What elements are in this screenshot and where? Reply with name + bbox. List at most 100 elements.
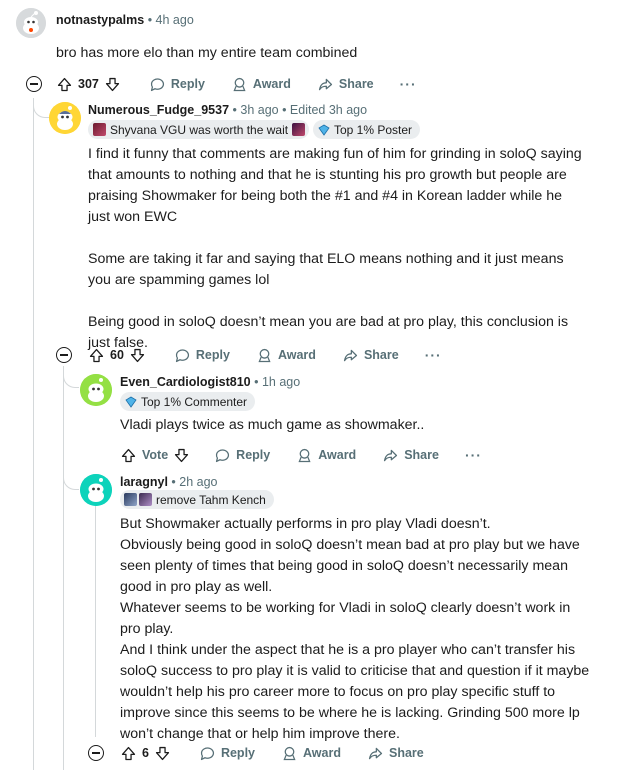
share-icon — [384, 449, 398, 461]
downvote-icon[interactable] — [129, 347, 146, 364]
award-button[interactable]: Award — [296, 447, 356, 464]
timestamp: • 1h ago — [254, 375, 301, 389]
vote-label: Vote — [142, 448, 169, 462]
more-icon: ··· — [399, 76, 417, 92]
badge-text: Top 1% Poster — [334, 122, 413, 137]
comment-paragraph: Some are taking it far and saying that E… — [88, 251, 564, 288]
more-options-button[interactable]: ··· — [425, 347, 442, 363]
collapse-icon[interactable] — [26, 76, 42, 92]
comment-meta: laragnyl • 2h ago — [120, 475, 218, 489]
collapse-icon[interactable] — [56, 347, 72, 363]
share-label: Share — [388, 746, 424, 760]
more-options-button[interactable]: ··· — [400, 76, 417, 92]
share-label: Share — [363, 348, 399, 362]
award-button[interactable]: Award — [256, 347, 316, 364]
share-button[interactable]: Share — [382, 447, 439, 464]
award-icon — [233, 77, 246, 91]
comment-paragraph: Whatever seems to be working for Vladi i… — [120, 600, 571, 637]
award-label: Award — [303, 746, 341, 760]
upvote-icon[interactable] — [120, 447, 137, 464]
award-button[interactable]: Award — [281, 745, 341, 762]
comment-paragraph: I find it funny that comments are making… — [88, 146, 582, 225]
thread-connector — [63, 388, 79, 490]
more-options-button[interactable]: ··· — [465, 447, 482, 463]
timestamp: • 4h ago — [147, 13, 194, 27]
comment-paragraph: But Showmaker actually performs in pro p… — [120, 516, 491, 532]
upvote-icon[interactable] — [56, 76, 73, 93]
vote-count: 307 — [78, 77, 99, 91]
share-button[interactable]: Share — [367, 745, 424, 762]
snoo-avatar-icon — [80, 374, 112, 406]
thread-line — [95, 505, 96, 737]
thread-connector — [33, 98, 49, 118]
vote-group: 60 — [88, 347, 146, 364]
username[interactable]: notnastypalms — [56, 13, 144, 27]
comment-paragraph: And I think under the aspect that he is … — [120, 642, 590, 742]
vote-count: 6 — [142, 746, 149, 760]
flair-emoji-icon — [93, 123, 106, 136]
more-icon: ··· — [424, 347, 442, 363]
reply-icon — [200, 746, 215, 760]
vote-count: 60 — [110, 348, 124, 362]
reply-label: Reply — [220, 746, 255, 760]
collapse-icon[interactable] — [88, 745, 104, 761]
comment-body: Vladi plays twice as much game as showma… — [120, 415, 600, 436]
vote-group: 6 — [120, 745, 171, 762]
share-icon — [368, 747, 383, 759]
flair-emoji-icon — [139, 493, 152, 506]
reply-button[interactable]: Reply — [199, 745, 255, 762]
award-label: Award — [318, 448, 357, 462]
comment-actions: Vote Reply Award Share ··· — [120, 440, 508, 470]
vote-group: 307 — [56, 76, 121, 93]
avatar[interactable] — [80, 474, 112, 506]
award-icon — [258, 348, 271, 362]
snoo-avatar-icon — [80, 474, 112, 506]
reply-label: Reply — [170, 77, 205, 91]
award-button[interactable]: Award — [231, 76, 291, 93]
avatar[interactable] — [16, 8, 46, 38]
comment-body: I find it funny that comments are making… — [88, 144, 588, 354]
top-poster-badge: Top 1% Poster — [313, 120, 421, 139]
avatar[interactable] — [49, 102, 81, 134]
reply-icon — [216, 448, 230, 462]
timestamp: • 2h ago — [171, 475, 218, 489]
comment-actions: 307 Reply Award Share ··· — [56, 69, 443, 99]
snoo-avatar-icon — [16, 8, 46, 38]
comment-paragraph: Vladi plays twice as much game as showma… — [120, 417, 425, 433]
reply-icon — [150, 77, 164, 91]
username[interactable]: Numerous_Fudge_9537 — [88, 103, 229, 117]
upvote-icon[interactable] — [88, 347, 105, 364]
share-icon — [343, 349, 358, 361]
badge-icon — [318, 124, 330, 136]
upvote-icon[interactable] — [120, 745, 137, 762]
comment-paragraph: Obviously being good in soloQ doesn’t me… — [120, 537, 580, 595]
award-icon — [298, 448, 311, 462]
reply-button[interactable]: Reply — [214, 447, 270, 464]
more-icon: ··· — [464, 447, 482, 463]
timestamp: • 3h ago • Edited 3h ago — [232, 103, 368, 117]
share-button[interactable]: Share — [342, 347, 399, 364]
avatar[interactable] — [80, 374, 112, 406]
comment-paragraph: bro has more elo than my entire team com… — [56, 45, 358, 61]
username[interactable]: laragnyl — [120, 475, 168, 489]
award-icon — [283, 746, 296, 760]
downvote-icon[interactable] — [104, 76, 121, 93]
comment-body: But Showmaker actually performs in pro p… — [120, 514, 590, 745]
thread-line — [33, 98, 34, 770]
share-icon — [318, 78, 332, 90]
downvote-icon[interactable] — [154, 745, 171, 762]
share-button[interactable]: Share — [317, 76, 374, 93]
vote-group: Vote — [120, 447, 190, 464]
reply-button[interactable]: Reply — [149, 76, 205, 93]
comment-actions: 60 Reply Award Share ··· — [88, 340, 468, 370]
downvote-icon[interactable] — [173, 447, 190, 464]
username[interactable]: Even_Cardiologist810 — [120, 375, 251, 389]
reply-button[interactable]: Reply — [174, 347, 230, 364]
comment-meta: Numerous_Fudge_9537 • 3h ago • Edited 3h… — [88, 103, 367, 117]
user-flair: remove Tahm Kench — [120, 490, 274, 509]
thread-connector — [63, 366, 79, 388]
flair-text: Shyvana VGU was worth the wait — [110, 122, 289, 137]
comment-meta: Even_Cardiologist810 • 1h ago — [120, 375, 300, 389]
share-label: Share — [338, 77, 374, 91]
comment-body: bro has more elo than my entire team com… — [56, 43, 596, 64]
